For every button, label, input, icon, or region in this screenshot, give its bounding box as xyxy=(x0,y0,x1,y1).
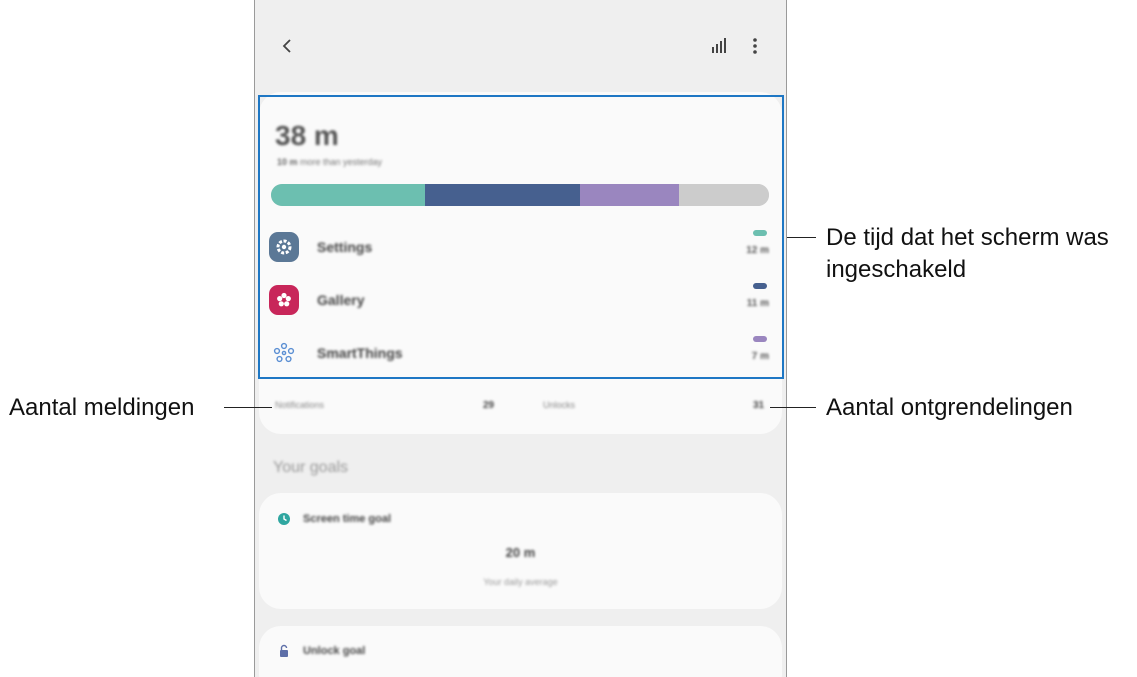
unlocks-label: Unlocks xyxy=(543,400,576,410)
screen-time-goal-sub: Your daily average xyxy=(483,577,558,587)
callout-line-screen-time xyxy=(787,237,816,238)
phone-screen: 38 m 10 m more than yesterday Settings 1… xyxy=(254,0,787,677)
callout-line-unlocks xyxy=(770,407,816,408)
total-screen-time: 38 m xyxy=(275,120,339,151)
app-color-marker xyxy=(753,283,767,289)
app-time-gallery: 11 m xyxy=(746,298,769,309)
callout-screen-time-line1: De tijd dat het scherm was xyxy=(826,224,1109,251)
bar-chart-icon xyxy=(712,38,726,53)
usage-bar-segment xyxy=(579,184,680,206)
callout-unlocks: Aantal ontgrendelingen xyxy=(826,394,1073,421)
app-time-smartthings: 7 m xyxy=(751,351,769,362)
app-bar xyxy=(255,0,786,92)
callout-screen-time: De tijd dat het scherm was ingeschakeld xyxy=(826,222,1109,286)
gear-icon xyxy=(269,232,299,262)
screen-time-goal-value: 20 m xyxy=(505,545,536,560)
usage-bar-segment xyxy=(425,184,580,206)
usage-breakdown-bar xyxy=(271,184,769,206)
app-name-smartthings: SmartThings xyxy=(317,345,403,361)
compare-yesterday: 10 m more than yesterday xyxy=(277,157,382,167)
app-row-gallery[interactable]: Gallery 11 m xyxy=(269,283,769,317)
app-color-marker xyxy=(753,230,767,236)
counts-row: Notifications 29 Unlocks 31 xyxy=(275,400,775,416)
notifications-count: 29 xyxy=(483,400,495,411)
more-options-button[interactable] xyxy=(750,36,760,56)
lock-icon xyxy=(280,644,288,657)
compare-text: more than yesterday xyxy=(297,157,383,167)
app-row-smartthings[interactable]: SmartThings 7 m xyxy=(269,336,769,370)
back-button[interactable] xyxy=(277,32,297,60)
goals-section-title: Your goals xyxy=(273,459,349,476)
bar-chart-button[interactable] xyxy=(710,36,730,56)
more-vertical-icon xyxy=(753,38,757,54)
app-name-gallery: Gallery xyxy=(317,292,365,308)
callout-line-notifications xyxy=(224,407,272,408)
unlocks-count: 31 xyxy=(753,400,765,411)
app-color-marker xyxy=(753,336,767,342)
usage-bar-segment xyxy=(271,184,426,206)
flower-icon xyxy=(269,285,299,315)
app-name-settings: Settings xyxy=(317,239,373,255)
screen-time-goal-label: Screen time goal xyxy=(303,513,392,525)
smartthings-icon xyxy=(269,338,299,368)
back-arrow-icon xyxy=(282,39,291,53)
app-row-settings[interactable]: Settings 12 m xyxy=(269,230,769,264)
app-time-settings: 12 m xyxy=(746,245,769,256)
callout-notifications: Aantal meldingen xyxy=(9,394,195,421)
usage-bar-segment xyxy=(679,184,769,206)
callout-screen-time-line2: ingeschakeld xyxy=(826,256,967,283)
notifications-label: Notifications xyxy=(275,400,325,410)
compare-amount: 10 m xyxy=(277,157,298,167)
clock-icon xyxy=(278,513,290,525)
unlock-goal-label: Unlock goal xyxy=(303,645,366,657)
